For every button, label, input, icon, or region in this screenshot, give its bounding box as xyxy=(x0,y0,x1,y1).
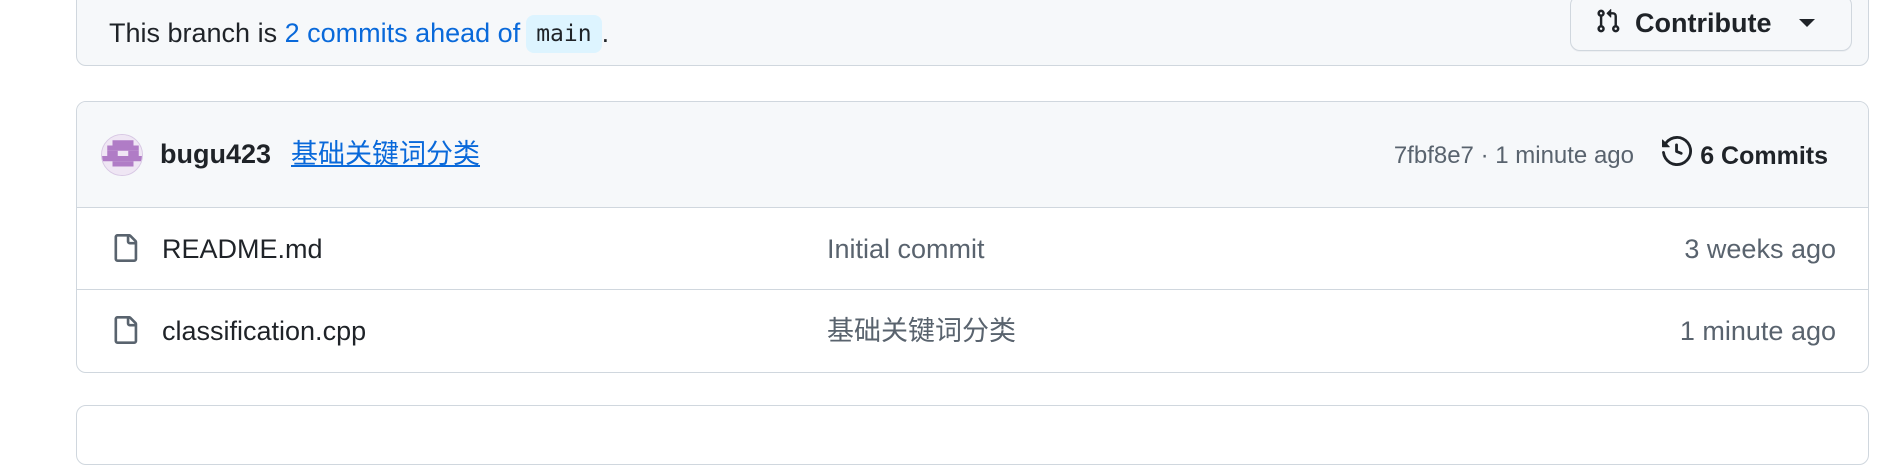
branch-status-suffix: . xyxy=(601,18,610,48)
chevron-down-icon xyxy=(1799,19,1816,27)
branch-status-text: This branch is 2 commits ahead of main. xyxy=(109,15,609,53)
file-name-link[interactable]: classification.cpp xyxy=(162,314,366,348)
branch-status-prefix: This branch is xyxy=(109,18,285,48)
latest-commit-message-link[interactable]: 基础关键词分类 xyxy=(291,136,480,172)
commits-ahead-link[interactable]: 2 commits ahead of xyxy=(285,18,521,48)
file-icon xyxy=(111,232,139,269)
commits-history-link[interactable]: 6 Commits xyxy=(1662,135,1828,176)
commit-author[interactable]: bugu423 xyxy=(160,136,271,172)
latest-commit-header: bugu423 基础关键词分类 7fbf8e7 · 1 minute ago 6… xyxy=(77,102,1868,208)
file-commit-date: 3 weeks ago xyxy=(1684,234,1836,264)
file-name-link[interactable]: README.md xyxy=(162,232,323,266)
file-row-readme[interactable]: README.md Initial commit 3 weeks ago xyxy=(77,208,1868,290)
file-table: bugu423 基础关键词分类 7fbf8e7 · 1 minute ago 6… xyxy=(76,101,1869,373)
file-commit-message-link[interactable]: 基础关键词分类 xyxy=(827,314,1016,348)
base-branch-chip[interactable]: main xyxy=(526,15,602,53)
git-pull-request-icon xyxy=(1595,7,1621,40)
history-icon xyxy=(1662,135,1700,176)
contribute-button[interactable]: Contribute xyxy=(1570,0,1852,51)
file-icon xyxy=(111,314,139,351)
file-commit-date: 1 minute ago xyxy=(1679,316,1836,346)
contribute-label: Contribute xyxy=(1635,7,1772,38)
file-commit-message-link[interactable]: Initial commit xyxy=(827,232,985,266)
avatar[interactable] xyxy=(101,134,143,176)
file-row-classification[interactable]: classification.cpp 基础关键词分类 1 minute ago xyxy=(77,290,1868,372)
readme-panel xyxy=(76,405,1869,465)
commits-count-label: 6 Commits xyxy=(1700,142,1828,170)
commit-hash-and-time[interactable]: 7fbf8e7 · 1 minute ago xyxy=(1394,140,1634,172)
branch-status-bar: This branch is 2 commits ahead of main. C… xyxy=(76,0,1869,66)
